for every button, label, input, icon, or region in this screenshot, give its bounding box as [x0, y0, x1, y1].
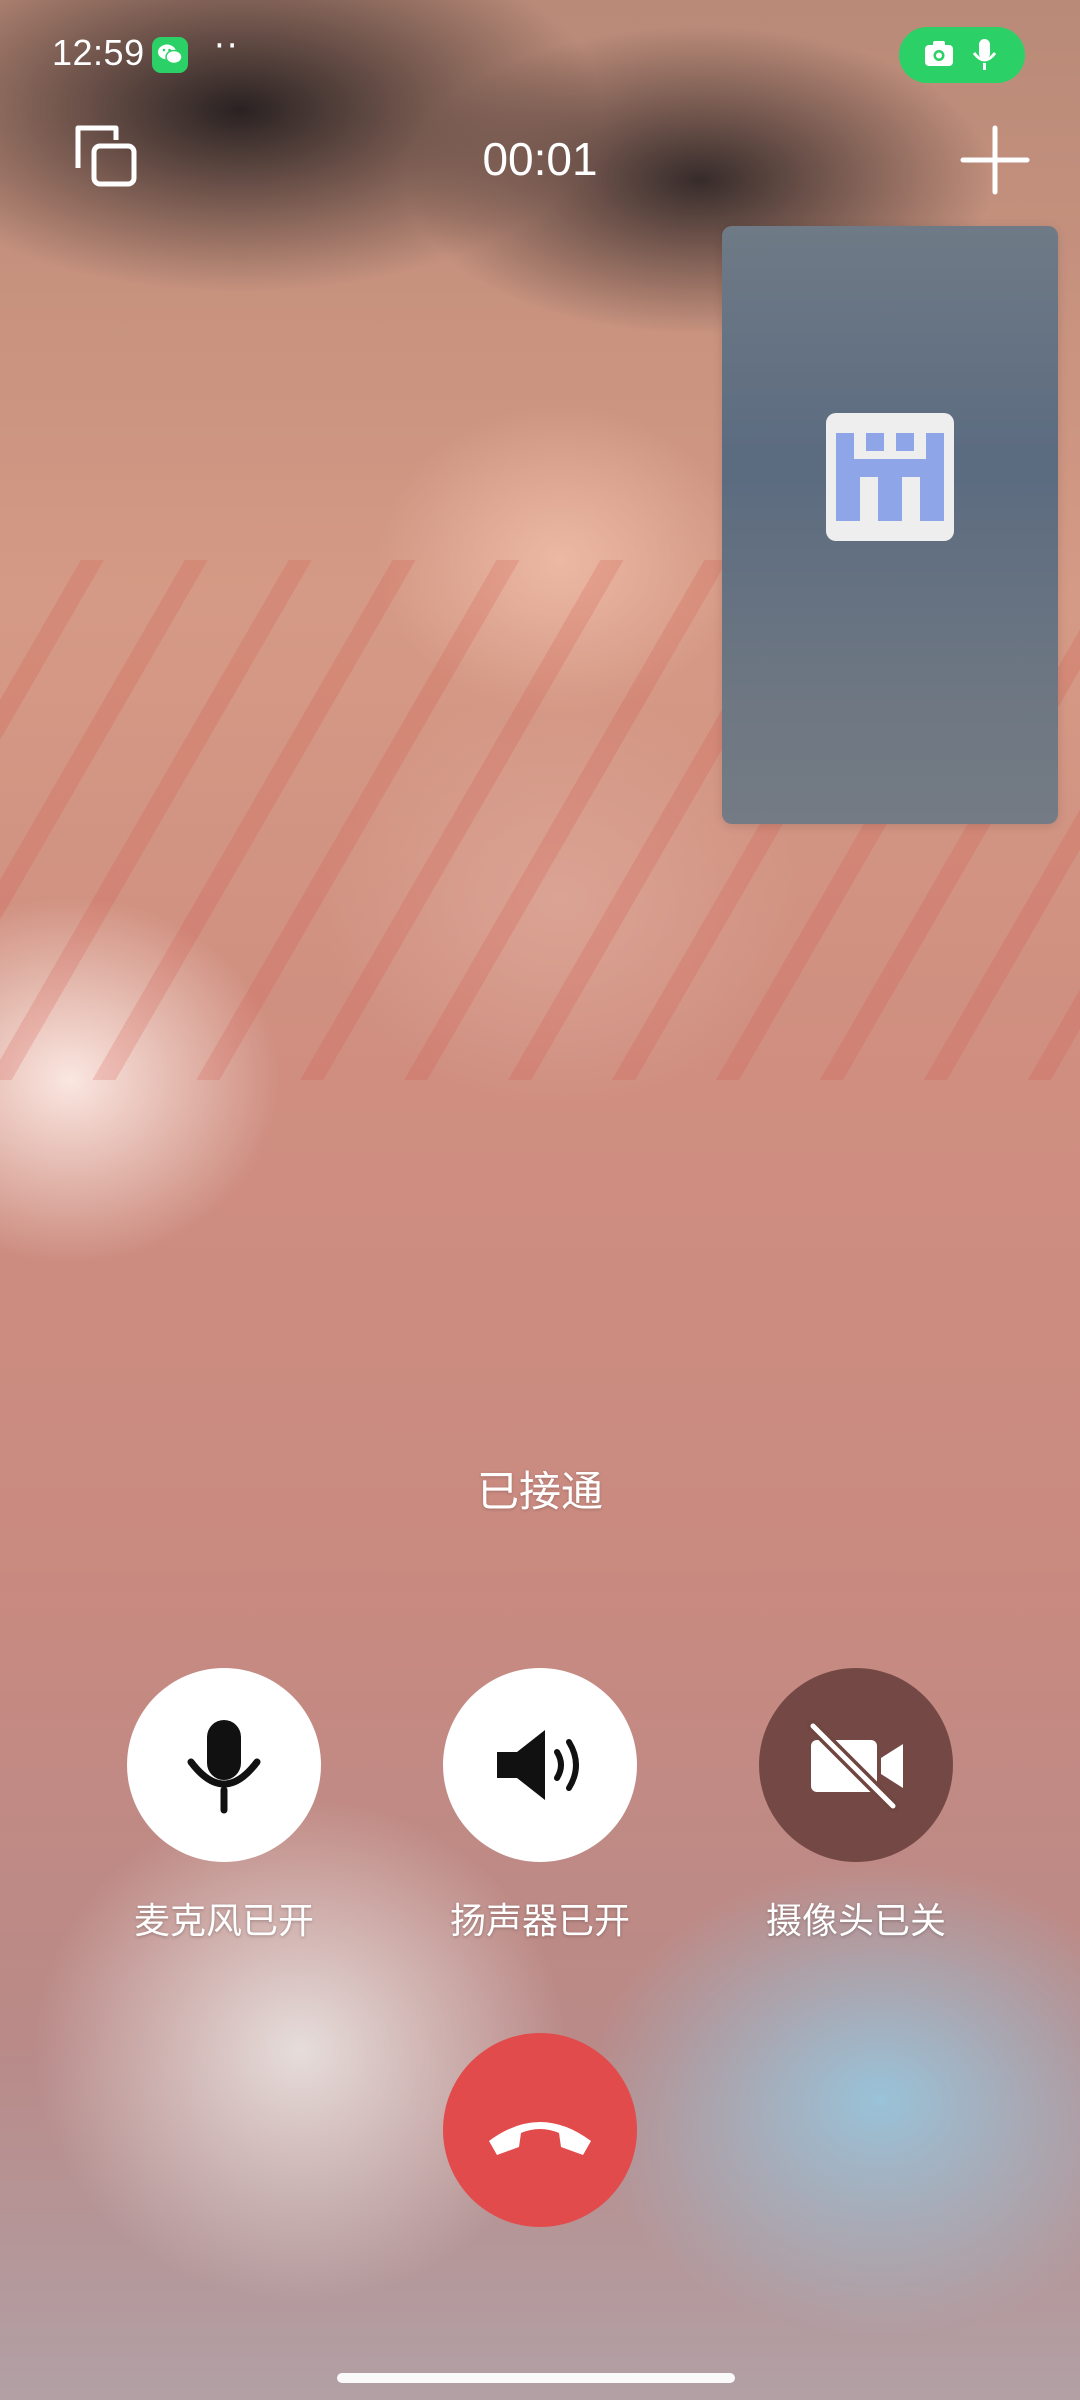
status-dots: ··	[214, 26, 240, 66]
wechat-icon	[152, 37, 188, 73]
microphone-icon	[972, 39, 997, 70]
video-call-screen: 12:59 ·· 00:01 已接通 麦克风已开 扬声器已开 摄像头已关	[0, 0, 1080, 2400]
self-video-preview[interactable]	[722, 226, 1058, 824]
speaker-status-label: 扬声器已开	[449, 1901, 630, 1942]
camera-icon	[925, 41, 953, 66]
speaker-icon	[497, 1730, 579, 1800]
microphone-toggle-button[interactable]	[127, 1668, 321, 1862]
camera-mic-in-use-indicator	[899, 27, 1025, 83]
camera-status-label: 摄像头已关	[765, 1901, 946, 1942]
hangup-button[interactable]	[443, 2033, 637, 2227]
switch-window-button[interactable]	[70, 118, 150, 198]
hangup-phone-icon	[489, 2122, 591, 2155]
speaker-toggle-button[interactable]	[443, 1668, 637, 1862]
status-bar: 12:59 ··	[0, 0, 1080, 110]
add-participant-button[interactable]	[955, 120, 1035, 200]
camera-off-icon	[807, 1720, 903, 1812]
switch-window-icon	[75, 125, 137, 187]
microphone-status-label: 麦克风已开	[133, 1901, 314, 1942]
pixel-avatar-icon	[826, 413, 954, 541]
call-status-text: 已接通	[476, 1467, 603, 1516]
status-time: 12:59	[52, 32, 145, 73]
microphone-icon	[187, 1720, 261, 1814]
camera-toggle-button[interactable]	[759, 1668, 953, 1862]
plus-icon	[960, 125, 1030, 195]
home-indicator[interactable]	[337, 2373, 735, 2383]
call-timer: 00:01	[482, 133, 598, 185]
